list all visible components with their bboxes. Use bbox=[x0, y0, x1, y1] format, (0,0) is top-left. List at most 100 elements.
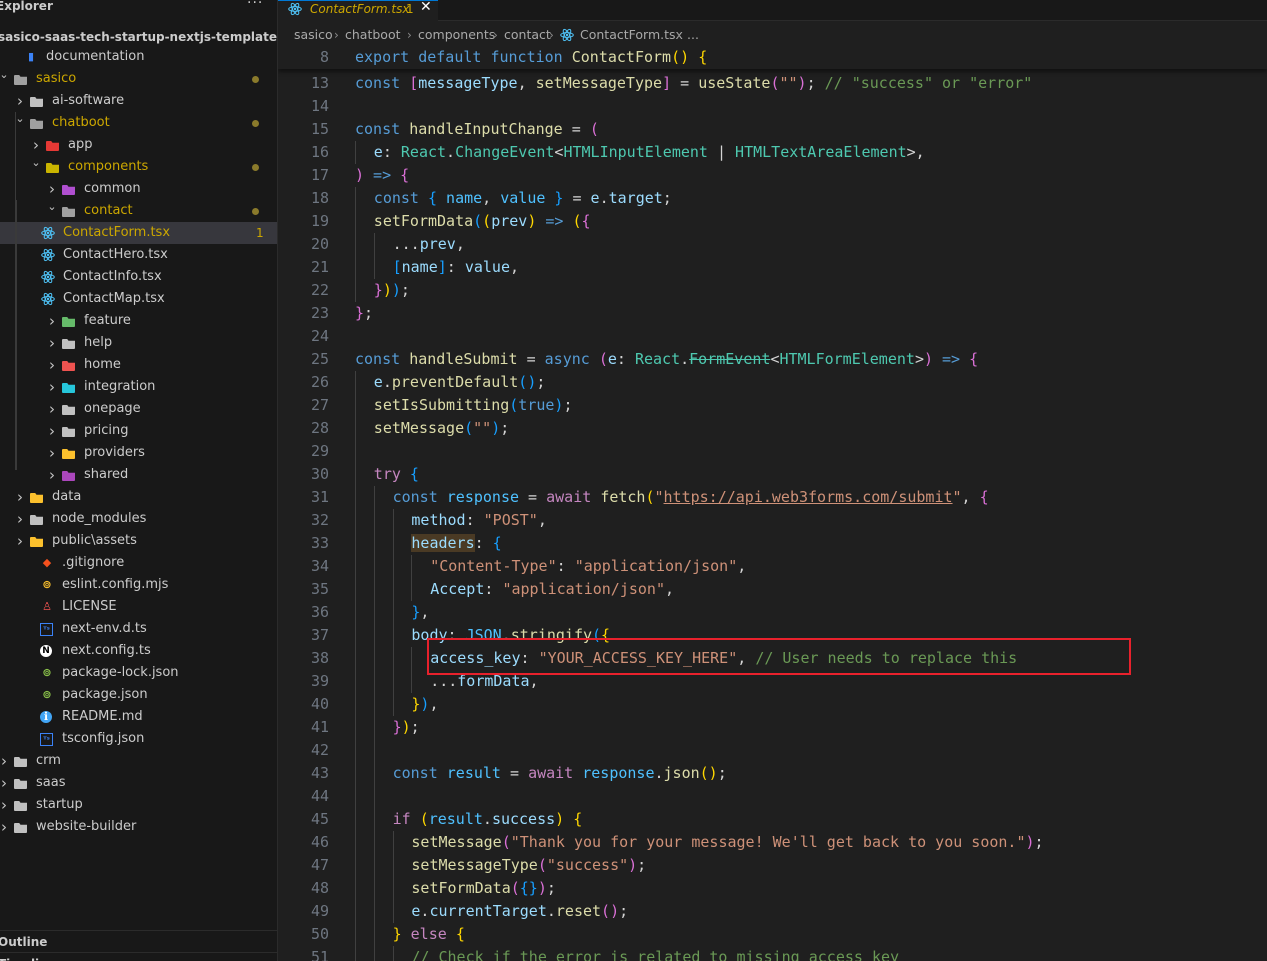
code-line[interactable]: 26 e.preventDefault(); bbox=[278, 371, 1267, 394]
chevron-right-icon[interactable]: › bbox=[46, 398, 58, 420]
tab-contactform[interactable]: ContactForm.tsx 1 ✕ bbox=[278, 0, 438, 21]
code-line[interactable]: 27 setIsSubmitting(true); bbox=[278, 394, 1267, 417]
code-line[interactable]: 17) => { bbox=[278, 164, 1267, 187]
chevron-right-icon[interactable]: › bbox=[46, 332, 58, 354]
tree-folder-pricing[interactable]: › pricing bbox=[0, 420, 277, 442]
code-line[interactable]: 13 const [messageType, setMessageType] = … bbox=[278, 72, 1267, 95]
tree-file-eslint-config-mjs[interactable]: ⊚ eslint.config.mjs bbox=[0, 574, 277, 596]
sticky-scroll-line[interactable]: 8 export default function ContactForm() { bbox=[278, 46, 1267, 69]
tree-folder-help[interactable]: › help bbox=[0, 332, 277, 354]
tree-folder-home[interactable]: › home bbox=[0, 354, 277, 376]
tree-file-readme-md[interactable]: ℹ README.md bbox=[0, 706, 277, 728]
breadcrumb-item[interactable]: ... bbox=[687, 24, 699, 46]
chevron-down-icon[interactable]: ⌄ bbox=[30, 152, 42, 174]
breadcrumb-item[interactable]: ContactForm.tsx bbox=[580, 24, 683, 46]
close-icon[interactable]: ✕ bbox=[420, 0, 432, 15]
timeline-section-header[interactable]: Timeline bbox=[0, 952, 277, 961]
chevron-right-icon[interactable]: › bbox=[46, 354, 58, 376]
breadcrumb-item[interactable]: components bbox=[418, 24, 495, 46]
tree-folder-website-builder[interactable]: › website-builder bbox=[0, 816, 277, 838]
outline-section-header[interactable]: Outline bbox=[0, 930, 277, 953]
tree-folder-data[interactable]: › data bbox=[0, 486, 277, 508]
tree-folder-contact[interactable]: ⌄ contact bbox=[0, 200, 277, 222]
chevron-right-icon[interactable]: › bbox=[14, 486, 26, 508]
code-line[interactable]: 28 setMessage(""); bbox=[278, 417, 1267, 440]
chevron-right-icon[interactable]: › bbox=[14, 508, 26, 530]
tree-file-next-config-ts[interactable]: Nnext.config.ts bbox=[0, 640, 277, 662]
code-line[interactable]: 42 bbox=[278, 739, 1267, 762]
chevron-right-icon[interactable]: › bbox=[0, 772, 10, 794]
code-line[interactable]: 43 const result = await response.json(); bbox=[278, 762, 1267, 785]
code-line[interactable]: 14 bbox=[278, 95, 1267, 118]
code-line[interactable]: 35 Accept: "application/json", bbox=[278, 578, 1267, 601]
code-line[interactable]: 21 [name]: value, bbox=[278, 256, 1267, 279]
tree-file-package-lock-json[interactable]: ⊚ package-lock.json bbox=[0, 662, 277, 684]
code-line[interactable]: 25 const handleSubmit = async (e: React.F… bbox=[278, 348, 1267, 371]
code-line[interactable]: 15 const handleInputChange = ( bbox=[278, 118, 1267, 141]
tree-folder-common[interactable]: › common bbox=[0, 178, 277, 200]
tree-folder-integration[interactable]: › integration bbox=[0, 376, 277, 398]
code-line[interactable]: 50} else { bbox=[278, 923, 1267, 946]
tree-file-package-json[interactable]: ⊚ package.json bbox=[0, 684, 277, 706]
chevron-right-icon[interactable]: › bbox=[0, 816, 10, 838]
chevron-right-icon[interactable]: › bbox=[46, 310, 58, 332]
code-line[interactable]: 19 setFormData((prev) => ({ bbox=[278, 210, 1267, 233]
tree-folder-onepage[interactable]: › onepage bbox=[0, 398, 277, 420]
code-line[interactable]: 34 "Content-Type": "application/json", bbox=[278, 555, 1267, 578]
code-line[interactable]: 48 setFormData({}); bbox=[278, 877, 1267, 900]
tree-file-tsconfig-json[interactable]: ᵀˢ tsconfig.json bbox=[0, 728, 277, 750]
tree-file-documentation[interactable]: ▮ documentation bbox=[0, 46, 277, 68]
code-line[interactable]: 41}); bbox=[278, 716, 1267, 739]
tree-folder-chatboot[interactable]: ⌄ chatboot bbox=[0, 112, 277, 134]
tree-folder-sasico[interactable]: ⌄ sasico bbox=[0, 68, 277, 90]
tree-folder-crm[interactable]: › crm bbox=[0, 750, 277, 772]
code-line[interactable]: 33 headers: { bbox=[278, 532, 1267, 555]
code-line[interactable]: 46 setMessage("Thank you for your message… bbox=[278, 831, 1267, 854]
code-line[interactable]: 49 e.currentTarget.reset(); bbox=[278, 900, 1267, 923]
code-line[interactable]: 45 if (result.success) { bbox=[278, 808, 1267, 831]
code-line[interactable]: 40}), bbox=[278, 693, 1267, 716]
breadcrumb-item[interactable]: chatboot bbox=[345, 24, 401, 46]
breadcrumb-item[interactable]: sasico bbox=[294, 24, 333, 46]
tree-file-contactmap-tsx[interactable]: ContactMap.tsx bbox=[0, 288, 277, 310]
chevron-right-icon[interactable]: › bbox=[46, 376, 58, 398]
code-line[interactable]: 23}; bbox=[278, 302, 1267, 325]
tree-folder-components[interactable]: ⌄ components bbox=[0, 156, 277, 178]
code-line[interactable]: 36}, bbox=[278, 601, 1267, 624]
code-line[interactable]: 47 setMessageType("success"); bbox=[278, 854, 1267, 877]
code-line[interactable]: 31 const response = await fetch("https://… bbox=[278, 486, 1267, 509]
tree-folder-ai-software[interactable]: › ai-software bbox=[0, 90, 277, 112]
chevron-down-icon[interactable]: ⌄ bbox=[0, 64, 10, 86]
code-line[interactable]: 22})); bbox=[278, 279, 1267, 302]
tree-file-contacthero-tsx[interactable]: ContactHero.tsx bbox=[0, 244, 277, 266]
code-line[interactable]: 24 bbox=[278, 325, 1267, 348]
code-line[interactable]: 20 ...prev, bbox=[278, 233, 1267, 256]
more-actions-icon[interactable]: ··· bbox=[247, 0, 263, 10]
tree-folder-public-assets[interactable]: › public\assets bbox=[0, 530, 277, 552]
tree-folder-node-modules[interactable]: › node_modules bbox=[0, 508, 277, 530]
workspace-folder-title[interactable]: sasico-saas-tech-startup-nextjs-template bbox=[0, 26, 277, 48]
code-line[interactable]: 18 const { name, value } = e.target; bbox=[278, 187, 1267, 210]
tree-file-license[interactable]: ♙ LICENSE bbox=[0, 596, 277, 618]
code-line[interactable]: 29 bbox=[278, 440, 1267, 463]
chevron-right-icon[interactable]: › bbox=[46, 442, 58, 464]
code-line[interactable]: 30 try { bbox=[278, 463, 1267, 486]
tree-file-contactinfo-tsx[interactable]: ContactInfo.tsx bbox=[0, 266, 277, 288]
tree-folder-startup[interactable]: › startup bbox=[0, 794, 277, 816]
chevron-right-icon[interactable]: › bbox=[46, 420, 58, 442]
tree-file--gitignore[interactable]: ◆ .gitignore bbox=[0, 552, 277, 574]
code-line[interactable]: 32 method: "POST", bbox=[278, 509, 1267, 532]
chevron-right-icon[interactable]: › bbox=[0, 750, 10, 772]
chevron-right-icon[interactable]: › bbox=[14, 530, 26, 552]
code-line[interactable]: 16 e: React.ChangeEvent<HTMLInputElement … bbox=[278, 141, 1267, 164]
tree-folder-providers[interactable]: › providers bbox=[0, 442, 277, 464]
chevron-right-icon[interactable]: › bbox=[0, 794, 10, 816]
tree-folder-feature[interactable]: › feature bbox=[0, 310, 277, 332]
tree-folder-shared[interactable]: › shared bbox=[0, 464, 277, 486]
tree-file-next-env-d-ts[interactable]: ᵀˢ next-env.d.ts bbox=[0, 618, 277, 640]
code-editor[interactable]: 8 export default function ContactForm() {… bbox=[278, 46, 1267, 961]
chevron-down-icon[interactable]: ⌄ bbox=[46, 196, 58, 218]
tree-file-contactform-tsx[interactable]: ContactForm.tsx 1 bbox=[0, 222, 277, 244]
tree-folder-saas[interactable]: › saas bbox=[0, 772, 277, 794]
code-line[interactable]: 44 bbox=[278, 785, 1267, 808]
